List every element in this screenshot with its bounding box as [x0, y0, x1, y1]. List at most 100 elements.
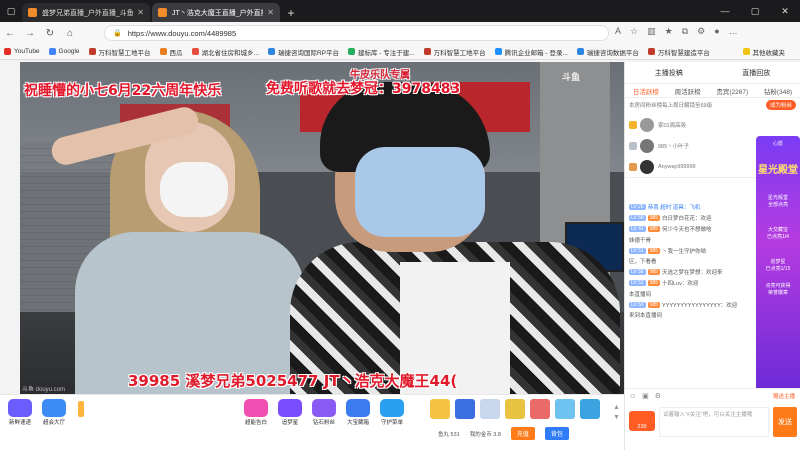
close-window-icon[interactable]: ✕ — [770, 0, 800, 22]
join-fans-button[interactable]: 成为粉丝 — [765, 100, 796, 110]
fans-notice: 本房间粉丝榜每上周日解锁至69级 成为粉丝 — [625, 98, 800, 112]
send-button[interactable]: 发送 — [773, 407, 797, 437]
reload-icon[interactable]: ↻ — [40, 28, 60, 39]
bookmark-item[interactable]: 建标库 - 专注于建... — [347, 47, 415, 57]
star-palace-banner[interactable]: 心愿 星光殿堂 星光殿堂 全部点亮 大交藏宝 已点亮1/4 追梦星 已点亮1/1… — [756, 136, 800, 396]
message-text: 天选之梦在梦想：欢迎来 — [662, 270, 723, 277]
tab-title: JT丶浩克大魔王直播_户外直播 — [172, 9, 264, 17]
emoji-icon[interactable]: ☺ — [629, 393, 636, 400]
tab-vip[interactable]: 贵宾(2267) — [716, 86, 748, 96]
tab-2[interactable]: JT丶浩克大魔王直播_户外直播 ✕ — [152, 3, 280, 22]
feature-button[interactable]: 大宝藏箱 — [346, 399, 370, 426]
live-video[interactable]: 牛皮乐队专属 祝睡懵的小七6月22六周年快乐 免费听歌就去梦冠：3978483 … — [20, 62, 624, 394]
button-label: 钻石粉丝 — [312, 420, 335, 426]
favorites-list-icon[interactable]: ★ — [665, 26, 673, 37]
feature-button[interactable]: 超能告白 — [244, 399, 268, 426]
bookmark-item[interactable]: 万科智慧工地平台 — [423, 47, 486, 57]
bookmark-label: 西瓜 — [169, 49, 183, 57]
bookmark-item[interactable]: 万科智慧工地平台 — [88, 47, 151, 57]
settings-icon[interactable]: ⚙ — [655, 392, 661, 400]
user-level-badge: 239 — [629, 411, 655, 431]
douyu-logo: 斗鱼 — [561, 72, 580, 82]
bookmark-item[interactable]: 瑞捷咨询国际RP平台 — [267, 47, 339, 57]
profile-avatar[interactable]: ● — [714, 26, 719, 37]
gift-item[interactable] — [455, 399, 475, 419]
button-label: 追梦星 — [281, 420, 299, 426]
promo-text: 大交藏宝 — [767, 227, 788, 233]
chat-message: 来到本直播间 — [625, 310, 755, 321]
hotword-button[interactable]: 赠送主播 — [773, 392, 795, 400]
bookmark-youtube[interactable]: YouTube — [4, 48, 40, 55]
anchor-posts-button[interactable]: 主播投稿 — [655, 68, 683, 78]
fresh-delivery-button[interactable]: 新鲜速递 — [8, 399, 32, 426]
workspace-icon[interactable]: ▢ — [0, 0, 22, 22]
barrage-style-icon[interactable]: ▣ — [642, 392, 649, 400]
close-tab-icon[interactable]: ✕ — [267, 8, 274, 17]
button-label: 新鲜速递 — [8, 420, 31, 426]
button-label: 超会大厅 — [42, 420, 65, 426]
super-hall-button[interactable]: 超会大厅 — [42, 399, 66, 426]
fan-name: 家01周高吸 — [658, 122, 687, 129]
forward-icon[interactable]: → — [20, 28, 40, 39]
chat-tools: ☺ ▣ ⚙ 赠送主播 — [625, 389, 800, 403]
chat-message: 妹德千骨 — [625, 234, 755, 245]
bookmark-item[interactable]: 湖北省住房和城乡... — [191, 47, 259, 57]
bookmark-item[interactable]: 腾讯企业邮箱 - 登录... — [494, 47, 568, 57]
more-icon[interactable]: … — [729, 26, 738, 37]
level-badge: LV 58 — [629, 269, 646, 276]
other-bookmarks[interactable]: 其他收藏夹 — [742, 47, 785, 57]
minimize-icon[interactable]: — — [710, 0, 740, 22]
replay-button[interactable]: 直播回放 — [742, 68, 770, 78]
bookmark-label: YouTube — [14, 48, 40, 55]
back-icon[interactable]: ← — [0, 28, 20, 39]
message-text: 何少今天也不想做啥 — [662, 226, 712, 233]
split-screen-icon[interactable]: ▥ — [647, 26, 656, 37]
tab-1[interactable]: 盛梦兄弟直播_户外直播_斗鱼直播 ✕ — [22, 3, 150, 22]
bookmark-icon — [494, 48, 502, 55]
message-text: 区，下看看 — [629, 259, 657, 266]
tab-daily[interactable]: 日活跃榜 — [633, 86, 659, 96]
favorite-icon[interactable]: ☆ — [630, 26, 638, 37]
recharge-button[interactable]: 充值 — [510, 427, 535, 440]
extensions-icon[interactable]: ⚙ — [697, 26, 705, 37]
read-aloud-icon[interactable]: A — [615, 26, 621, 37]
backpack-button[interactable]: 背包 — [544, 427, 569, 440]
gift-item[interactable] — [480, 399, 500, 419]
lock-icon: 🔒 — [113, 30, 122, 37]
crown-icon — [629, 120, 637, 129]
gift-scroll-arrows[interactable]: ▲ ▼ — [613, 403, 620, 423]
close-tab-icon[interactable]: ✕ — [137, 8, 144, 17]
bookmark-google[interactable]: Google — [48, 48, 80, 55]
bookmark-icon — [576, 48, 584, 55]
maximize-icon[interactable]: ▢ — [740, 0, 770, 22]
list-item[interactable]: 家01周高吸 — [629, 114, 796, 135]
bookmark-item[interactable]: 瑞捷咨询数据平台 — [576, 47, 639, 57]
bookmark-label: 万科智慧工地平台 — [98, 49, 151, 57]
message-text: 白日梦白花花：欢迎 — [662, 216, 712, 223]
diamond-icon — [312, 399, 336, 417]
gift-item[interactable] — [530, 399, 550, 419]
browser-window: ▢ 盛梦兄弟直播_户外直播_斗鱼直播 ✕ JT丶浩克大魔王直播_户外直播 ✕ +… — [0, 0, 800, 450]
expand-handle[interactable] — [78, 401, 84, 417]
bookmark-item[interactable]: 万科智慧建造平台 — [647, 47, 710, 57]
tab-diamond-fans[interactable]: 钻粉(348) — [764, 86, 792, 96]
gift-item[interactable] — [505, 399, 525, 419]
gift-item[interactable] — [555, 399, 575, 419]
promo-text: 心愿 — [772, 141, 783, 147]
gift-item[interactable] — [430, 399, 450, 419]
bookmark-label: 瑞捷咨询国际RP平台 — [277, 49, 339, 57]
feature-button[interactable]: 追梦星 — [278, 399, 302, 426]
chat-input[interactable]: 试着输入“#关注”吧，可以关注主播哦 — [659, 407, 769, 437]
feature-button[interactable]: 守护菜单 — [380, 399, 404, 426]
avatar — [640, 159, 654, 174]
bookmark-label: 万科智慧建造平台 — [657, 49, 710, 57]
bookmark-icon — [159, 48, 167, 55]
feature-button[interactable]: 钻石粉丝 — [312, 399, 336, 426]
tab-weekly[interactable]: 周活跃榜 — [675, 86, 701, 96]
bookmark-item[interactable]: 西瓜 — [159, 47, 183, 57]
new-tab-button[interactable]: + — [280, 3, 302, 22]
url-field[interactable]: 🔒 https://www.douyu.com/4489985 — [104, 25, 609, 41]
gift-item[interactable] — [580, 399, 600, 419]
collections-icon[interactable]: ⧉ — [682, 26, 688, 37]
home-icon[interactable]: ⌂ — [60, 28, 80, 39]
